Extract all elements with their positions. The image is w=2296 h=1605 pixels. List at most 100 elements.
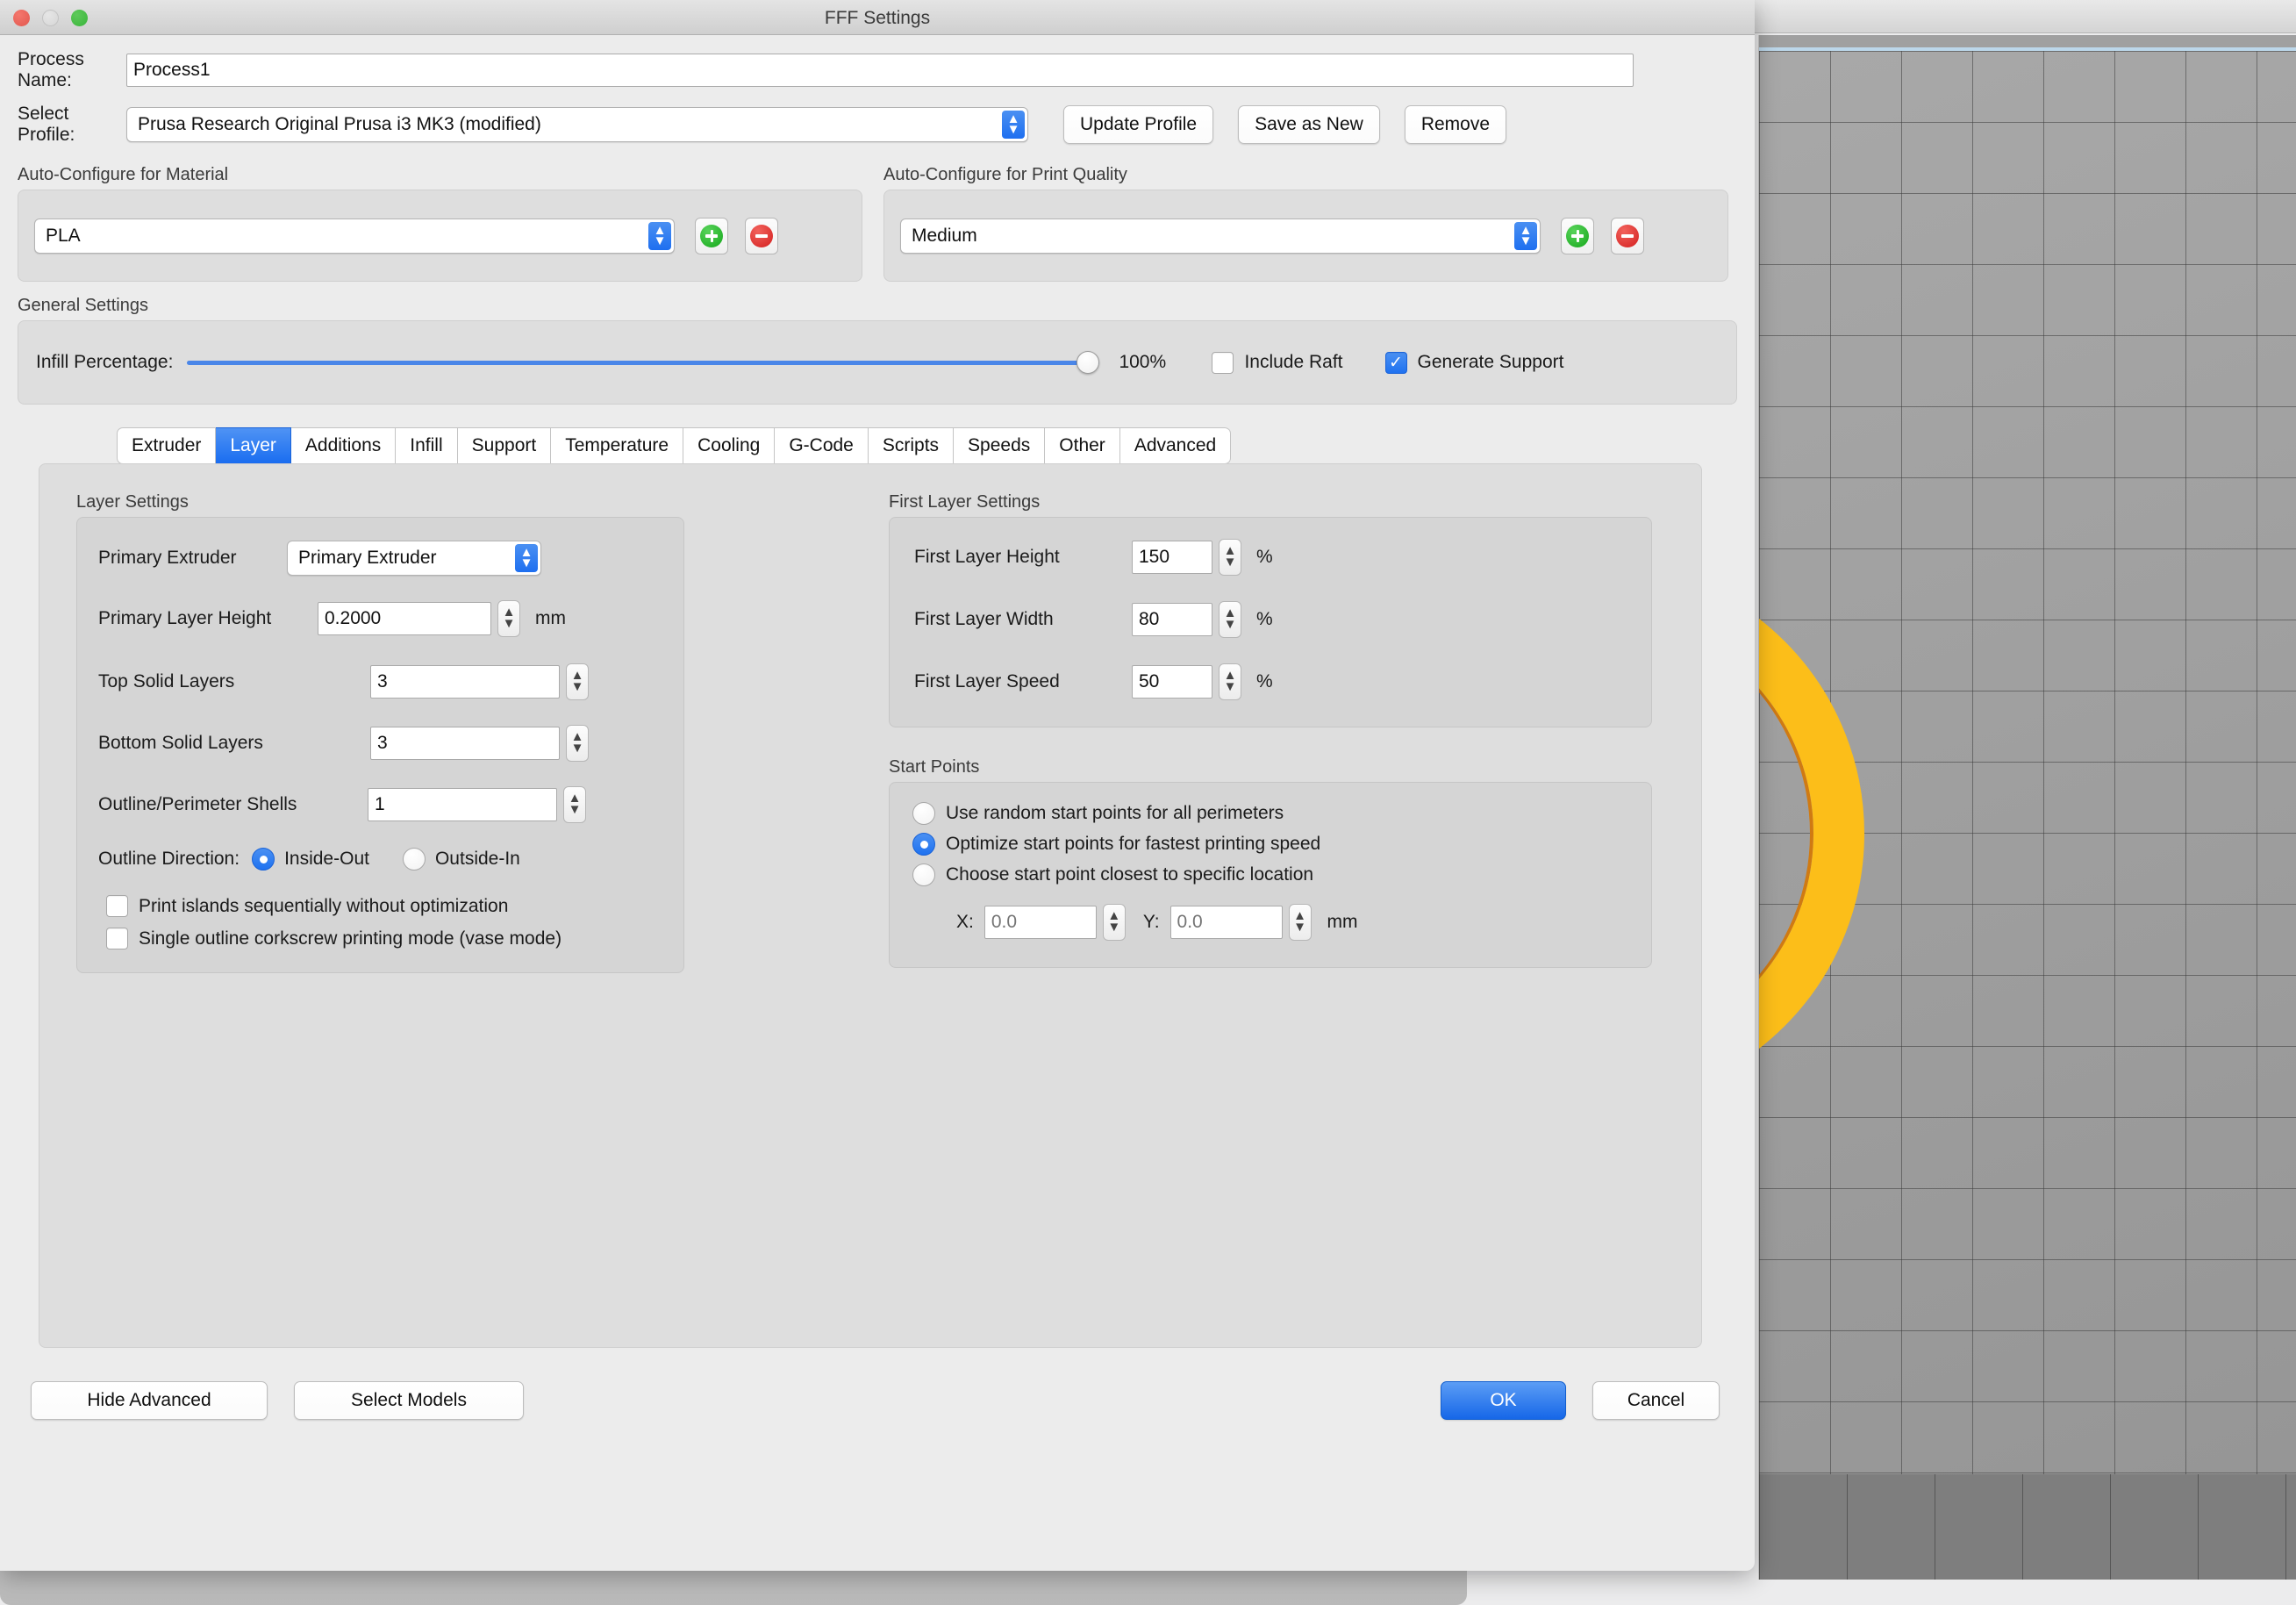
outline-shells-row: Outline/Perimeter Shells ▲▼ (98, 786, 683, 823)
cancel-button[interactable]: Cancel (1592, 1381, 1720, 1420)
primary-extruder-combo[interactable]: Primary Extruder ▲ ▼ (287, 541, 541, 576)
ok-button[interactable]: OK (1441, 1381, 1566, 1420)
bottom-solid-layers-input[interactable] (370, 727, 560, 760)
chevron-updown-icon[interactable]: ▲ ▼ (515, 544, 538, 572)
outline-direction-row: Outline Direction: Inside-Out Outside-In (98, 848, 683, 871)
start-point-x-input[interactable] (983, 906, 1097, 939)
tab-additions[interactable]: Additions (290, 427, 397, 464)
print-islands-checkbox[interactable] (106, 895, 128, 917)
slider-knob[interactable] (1076, 351, 1100, 374)
viewport-toolbar (1755, 0, 2296, 33)
first-layer-height-row: First Layer Height ▲▼ % (914, 539, 1651, 576)
first-layer-speed-stepper[interactable]: ▲ ▼ (1219, 663, 1241, 700)
remove-quality-button[interactable] (1611, 217, 1644, 254)
remove-profile-button[interactable]: Remove (1404, 105, 1507, 144)
optimize-start-points-label: Optimize start points for fastest printi… (946, 834, 1321, 854)
first-layer-width-input[interactable] (1132, 603, 1212, 636)
first-layer-height-input[interactable] (1132, 541, 1212, 574)
primary-extruder-row: Primary Extruder Primary Extruder ▲ ▼ (98, 541, 683, 576)
tab-layer[interactable]: Layer (216, 427, 291, 464)
random-start-points-row[interactable]: Use random start points for all perimete… (912, 802, 1651, 825)
remove-material-button[interactable] (745, 217, 778, 254)
process-name-input[interactable] (126, 54, 1634, 87)
tab-support[interactable]: Support (457, 427, 552, 464)
settings-tab-bar: Extruder Layer Additions Infill Support Tempe… (117, 427, 1737, 464)
tab-speeds[interactable]: Speeds (954, 427, 1046, 464)
radio-optimize-start-points[interactable] (912, 833, 935, 856)
print-islands-row[interactable]: Print islands sequentially without optim… (106, 895, 683, 917)
tab-g-code[interactable]: G-Code (775, 427, 869, 464)
add-material-button[interactable] (695, 217, 728, 254)
primary-layer-height-stepper[interactable]: ▲ ▼ (497, 600, 520, 637)
start-point-x-label: X: (956, 912, 974, 932)
infill-percentage-label: Infill Percentage: (36, 352, 174, 372)
closest-start-point-label: Choose start point closest to specific l… (946, 864, 1314, 885)
start-point-y-stepper[interactable]: ▲ ▼ (1288, 904, 1312, 941)
quality-group-box: Medium ▲ ▼ (883, 190, 1728, 282)
start-point-y-input[interactable] (1169, 906, 1283, 939)
primary-layer-height-input[interactable] (318, 602, 491, 635)
build-plate-front-edge (1759, 1474, 2296, 1580)
radio-random-start-points[interactable] (912, 802, 935, 825)
tab-cooling[interactable]: Cooling (683, 427, 776, 464)
add-quality-button[interactable] (1561, 217, 1594, 254)
generate-support-checkbox-row[interactable]: ✓ Generate Support (1384, 351, 1563, 374)
tab-temperature[interactable]: Temperature (551, 427, 684, 464)
chevron-updown-icon[interactable]: ▲ ▼ (1002, 111, 1025, 139)
dialog-body: Process Name: Select Profile: Prusa Rese… (0, 49, 1755, 1420)
hide-advanced-button[interactable]: Hide Advanced (31, 1381, 268, 1420)
plus-circle-icon (1566, 224, 1589, 247)
general-settings-box: Infill Percentage: 100% Include Raft ✓ G… (18, 320, 1737, 405)
select-models-button[interactable]: Select Models (294, 1381, 524, 1420)
tab-other[interactable]: Other (1045, 427, 1120, 464)
outline-shells-label: Outline/Perimeter Shells (98, 794, 297, 814)
quality-combo[interactable]: Medium ▲ ▼ (900, 218, 1541, 254)
select-profile-combo[interactable]: Prusa Research Original Prusa i3 MK3 (mo… (126, 107, 1028, 142)
outline-shells-input[interactable] (368, 788, 557, 821)
optimize-start-points-row[interactable]: Optimize start points for fastest printi… (912, 833, 1651, 856)
start-points-box: Use random start points for all perimete… (889, 782, 1652, 968)
start-point-unit: mm (1327, 912, 1358, 932)
first-layer-width-label: First Layer Width (914, 609, 1054, 629)
slider-track (187, 361, 1100, 365)
tab-infill[interactable]: Infill (396, 427, 458, 464)
tab-advanced[interactable]: Advanced (1119, 427, 1232, 464)
chevron-updown-icon[interactable]: ▲ ▼ (1514, 221, 1537, 250)
first-layer-width-stepper[interactable]: ▲ ▼ (1219, 601, 1241, 638)
include-raft-checkbox-row[interactable]: Include Raft (1212, 351, 1343, 374)
outline-shells-stepper[interactable]: ▲ ▼ (563, 786, 586, 823)
bottom-solid-layers-stepper[interactable]: ▲ ▼ (566, 725, 589, 762)
include-raft-label: Include Raft (1244, 352, 1343, 372)
material-combo[interactable]: PLA ▲ ▼ (34, 218, 675, 254)
update-profile-button[interactable]: Update Profile (1063, 105, 1214, 144)
primary-layer-height-label: Primary Layer Height (98, 608, 272, 628)
layer-tab-panel: Layer Settings Primary Extruder Primary … (39, 463, 1702, 1348)
first-layer-speed-label: First Layer Speed (914, 671, 1060, 691)
first-layer-height-stepper[interactable]: ▲ ▼ (1219, 539, 1241, 576)
start-points-label: Start Points (889, 757, 980, 777)
radio-closest-start-point[interactable] (912, 863, 935, 886)
start-point-x-stepper[interactable]: ▲ ▼ (1102, 904, 1126, 941)
generate-support-checkbox[interactable]: ✓ (1384, 351, 1407, 374)
outline-direction-label: Outline Direction: (98, 849, 240, 869)
vase-mode-checkbox[interactable] (106, 928, 128, 949)
closest-start-point-row[interactable]: Choose start point closest to specific l… (912, 863, 1651, 886)
radio-inside-out[interactable] (252, 848, 275, 871)
tab-scripts[interactable]: Scripts (868, 427, 955, 464)
first-layer-settings-group: First Layer Settings First Layer Height … (889, 492, 1652, 727)
first-layer-speed-input[interactable] (1132, 665, 1212, 699)
top-solid-layers-input[interactable] (370, 665, 560, 699)
tab-extruder[interactable]: Extruder (117, 427, 217, 464)
layer-settings-group: Layer Settings Primary Extruder Primary … (76, 492, 684, 973)
vase-mode-row[interactable]: Single outline corkscrew printing mode (… (106, 928, 683, 949)
chevron-updown-icon[interactable]: ▲ ▼ (648, 221, 671, 250)
infill-percentage-slider[interactable] (187, 351, 1100, 374)
save-as-new-button[interactable]: Save as New (1238, 105, 1380, 144)
top-solid-layers-stepper[interactable]: ▲ ▼ (566, 663, 589, 700)
include-raft-checkbox[interactable] (1212, 351, 1234, 374)
radio-outside-in[interactable] (402, 848, 426, 871)
quality-group-label: Auto-Configure for Print Quality (883, 165, 1127, 184)
first-layer-height-unit: % (1256, 547, 1273, 567)
build-plate-canvas[interactable] (1758, 35, 2296, 1580)
fff-settings-dialog: FFF Settings Process Name: Select Profil… (0, 0, 1755, 1571)
